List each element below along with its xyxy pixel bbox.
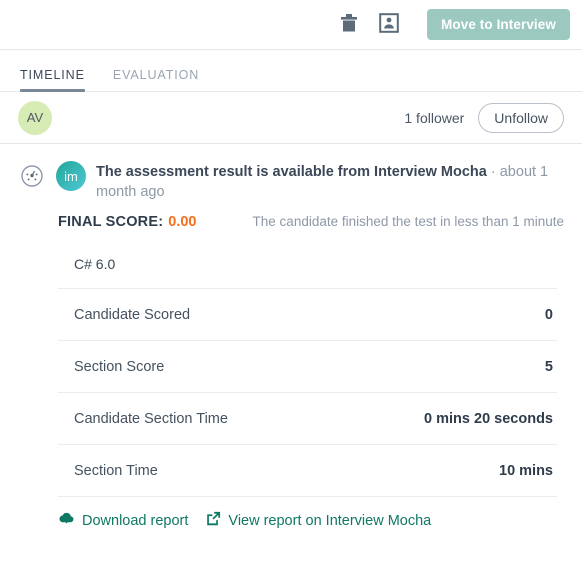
top-action-bar: Move to Interview	[0, 0, 582, 50]
source-avatar: im	[56, 161, 86, 191]
timeline-entry-title: The assessment result is available from …	[96, 164, 487, 180]
follower-bar: AV 1 follower Unfollow	[0, 92, 582, 144]
candidate-card-button[interactable]	[369, 8, 409, 42]
external-link-icon	[206, 511, 221, 530]
delete-button[interactable]	[329, 8, 369, 42]
trash-icon	[340, 13, 358, 36]
final-score-label: FINAL SCORE:	[58, 214, 164, 230]
final-score-note: The candidate finished the test in less …	[252, 214, 564, 229]
cloud-download-icon	[58, 511, 75, 530]
table-cell-label: Candidate Section Time	[74, 410, 228, 427]
follower-count: 1 follower	[404, 109, 465, 126]
table-row: Section Score 5	[58, 341, 557, 393]
final-score-row: FINAL SCORE: 0.00 The candidate finished…	[0, 202, 582, 242]
timeline-entry-text: The assessment result is available from …	[96, 160, 564, 202]
view-report-label: View report on Interview Mocha	[228, 512, 432, 529]
tab-timeline[interactable]: TIMELINE	[20, 68, 85, 92]
timeline-entry: im The assessment result is available fr…	[0, 144, 582, 202]
view-report-link[interactable]: View report on Interview Mocha	[206, 511, 431, 530]
avatar[interactable]: AV	[18, 100, 52, 135]
assessment-gauge-icon	[20, 164, 44, 188]
table-cell-value: 10 mins	[499, 462, 553, 479]
table-cell-label: Candidate Scored	[74, 306, 191, 323]
table-cell-label: Section Time	[74, 462, 158, 479]
table-cell-value: 0 mins 20 seconds	[424, 410, 553, 427]
report-links: Download report View report on Interview…	[0, 497, 582, 530]
id-card-icon	[379, 13, 399, 36]
table-row: Section Time 10 mins	[58, 445, 557, 497]
timeline-entry-body: im The assessment result is available fr…	[56, 160, 564, 202]
final-score-value: 0.00	[168, 214, 197, 230]
unfollow-button[interactable]: Unfollow	[478, 102, 564, 133]
download-report-link[interactable]: Download report	[58, 511, 188, 530]
tab-evaluation[interactable]: EVALUATION	[113, 68, 199, 91]
move-to-interview-button[interactable]: Move to Interview	[427, 9, 570, 40]
timeline-entry-header: im The assessment result is available fr…	[56, 160, 564, 202]
tab-bar: TIMELINE EVALUATION	[0, 50, 582, 92]
table-row: Candidate Section Time 0 mins 20 seconds	[58, 393, 557, 445]
table-cell-label: Section Score	[74, 358, 165, 375]
table-section-title: C# 6.0	[58, 248, 557, 289]
table-row: Candidate Scored 0	[58, 289, 557, 341]
table-cell-value: 5	[544, 358, 553, 375]
assessment-result-table: C# 6.0 Candidate Scored 0 Section Score …	[58, 248, 557, 497]
download-report-label: Download report	[82, 512, 189, 529]
table-cell-value: 0	[544, 306, 553, 323]
